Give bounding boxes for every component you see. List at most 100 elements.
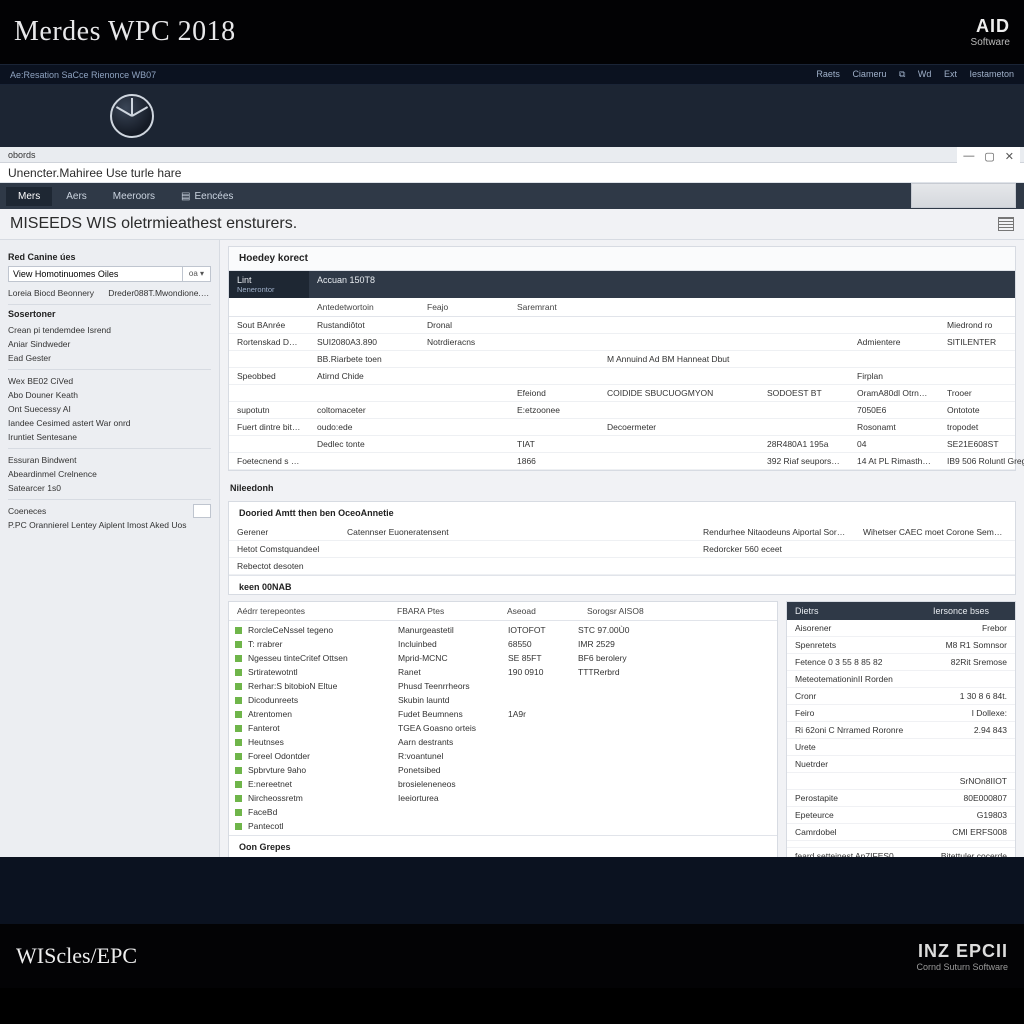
grid-row[interactable]: EfeiondCOIDIDE SBUCUOGMYONSODOEST BTOram…: [229, 385, 1015, 402]
status-dot-icon: [235, 683, 242, 690]
grid-row[interactable]: BB.Riarbete toenM Annuind Ad BM Hanneat …: [229, 351, 1015, 368]
dropdown-icon[interactable]: oa ▾: [183, 266, 211, 282]
list-item[interactable]: O.ser Adoerh: [235, 856, 771, 857]
grid-icon[interactable]: ⧉: [899, 69, 905, 79]
property-row: Urete: [787, 739, 1015, 756]
grid-row[interactable]: Dedlec tonteTIAT28R480A1 195a04SE21E608S…: [229, 436, 1015, 453]
sidebar: Red Canine úes oa ▾ Loreia Biocd Beonner…: [0, 240, 220, 857]
property-row: feard setteinest An7IFES0Bitettuler coce…: [787, 848, 1015, 857]
grid-row[interactable]: Fuert dintre bittuneroudo:edeDecoermeter…: [229, 419, 1015, 436]
grid-row[interactable]: supotutncoltomaceterE:etzoonee7050E6Onto…: [229, 402, 1015, 419]
list-item[interactable]: Rerhar:S bitobioN EltuePhusd Teenrrheors: [235, 679, 771, 693]
menu-item[interactable]: Iestameton: [969, 69, 1014, 79]
detail-row: Hetot Comstquandeel Redorcker 560 eceet: [229, 541, 1015, 558]
ribbon-tab-mers[interactable]: Mers: [6, 187, 52, 206]
list-item[interactable]: Ngesseu tinteCritef OttsenMprid-MCNC SE …: [235, 651, 771, 665]
status-dot-icon: [235, 781, 242, 788]
list-item[interactable]: Foreel OdontderR:voantunel: [235, 749, 771, 763]
list-item[interactable]: SrtiratewotntlRanet 190 0910TTTRerbrd: [235, 665, 771, 679]
list-item[interactable]: T: rrabrerIncluinbed 68550IMR 2529: [235, 637, 771, 651]
property-row: CamrdobelCMI ERFS008: [787, 824, 1015, 841]
detail-title: Dooried Amtt then ben OceoAnnetie: [229, 502, 1015, 524]
maximize-icon[interactable]: ▢: [984, 150, 994, 163]
menu-item[interactable]: Raets: [816, 69, 840, 79]
property-row: Nuetrder: [787, 756, 1015, 773]
sidebar-selector: oa ▾: [8, 266, 211, 282]
status-dot-icon: [235, 739, 242, 746]
menu-item[interactable]: Ext: [944, 69, 957, 79]
breadcrumb: Unencter.Mahiree Use turle hare: [0, 163, 1024, 183]
list-item[interactable]: Spbrvture 9ahoPonetsibed: [235, 763, 771, 777]
workspace: Red Canine úes oa ▾ Loreia Biocd Beonner…: [0, 240, 1024, 857]
list-item[interactable]: DicodunreetsSkubin launtd: [235, 693, 771, 707]
main-area: Hoedey korect Lint Nenerontor Accuan 150…: [220, 240, 1024, 857]
list-item[interactable]: NircheossretmIeeiorturea: [235, 791, 771, 805]
status-dot-icon: [235, 627, 242, 634]
sidebar-item[interactable]: Abo Douner Keath: [8, 388, 211, 402]
sidebar-item[interactable]: Ont Suecessy AI: [8, 402, 211, 416]
list-item[interactable]: HeutnsesAarn destrants: [235, 735, 771, 749]
breadcrumb-text: Unencter.Mahiree Use turle hare: [8, 166, 181, 180]
close-icon[interactable]: ✕: [1005, 150, 1014, 163]
preview-thumbnail: [911, 183, 1016, 208]
sidebar-item[interactable]: Iandee Cesimed astert War onrd: [8, 416, 211, 430]
property-row: AisorenerFrebor: [787, 620, 1015, 637]
detail-row: Gerener Catennser Euoneratensent Rendurh…: [229, 524, 1015, 541]
sidebar-item[interactable]: Essuran Bindwent: [8, 453, 211, 467]
sidebar-group-title: Sosertoner: [8, 309, 211, 319]
footer-right-brand: INZ EPCII Cornd Suturn Software: [916, 941, 1008, 972]
page-title: MISEEDS WIS oletrmieathest ensturers.: [10, 215, 297, 233]
list-item[interactable]: AtrentomenFudet Beumnens 1A9r: [235, 707, 771, 721]
sidebar-select-input[interactable]: [8, 266, 183, 282]
detail-separator: keen 00NAB: [229, 575, 1015, 594]
grid-row[interactable]: Rortenskad Desrowe troneSUI2080A3.890Not…: [229, 334, 1015, 351]
property-row: SrNOn8IIOT: [787, 773, 1015, 790]
property-row: EpeteurceG19803: [787, 807, 1015, 824]
panel-details: Dooried Amtt then ben OceoAnnetie Gerene…: [228, 501, 1016, 595]
right-properties-panel: Dietrs Iersonce bses AisorenerFreborSpen…: [786, 601, 1016, 857]
menu-item[interactable]: Wd: [918, 69, 932, 79]
status-dot-icon: [235, 655, 242, 662]
document-tab[interactable]: obords: [8, 150, 36, 160]
list-item[interactable]: RorcleCeNssel tegenoManurgeastetil IOTOF…: [235, 623, 771, 637]
property-row: Cronr1 30 8 6 84t.: [787, 688, 1015, 705]
dark-tab-active[interactable]: Lint Nenerontor: [229, 271, 309, 298]
list-item[interactable]: E:nereetnetbrosieleneneos: [235, 777, 771, 791]
sidebar-item[interactable]: Satearcer 1s0: [8, 481, 211, 495]
logo-bar: [0, 85, 1024, 147]
dark-tab[interactable]: Accuan 150T8: [309, 271, 1015, 298]
right-panel-header: Dietrs Iersonce bses: [787, 602, 1015, 620]
minimize-icon[interactable]: —: [963, 150, 974, 162]
menu-right-group: Raets Ciameru ⧉ Wd Ext Iestameton: [806, 69, 1014, 80]
ribbon-tab-eencees[interactable]: ▤Eencées: [169, 187, 245, 206]
list-item[interactable]: FanterotTGEA Goasno orteis: [235, 721, 771, 735]
sidebar-line: Loreia Biocd Beonnery Dreder088T.Mwondio…: [8, 286, 211, 300]
grid-row[interactable]: SpeobbedAtirnd ChideFirplan: [229, 368, 1015, 385]
property-row: SpenretetsM8 R1 Somnsor: [787, 637, 1015, 654]
footer-bar: WIScles/EPC INZ EPCII Cornd Suturn Softw…: [0, 924, 1024, 988]
grid-row[interactable]: Sout BAnréeRustandiôtotDronalMiedrond ro: [229, 317, 1015, 334]
status-dot-icon: [235, 725, 242, 732]
page-heading-bar: MISEEDS WIS oletrmieathest ensturers.: [0, 209, 1024, 240]
sidebar-item[interactable]: Aniar Sindweder: [8, 337, 211, 351]
property-row: Perostapite80E000807: [787, 790, 1015, 807]
status-dot-icon: [235, 795, 242, 802]
ribbon-tab-aers[interactable]: Aers: [54, 187, 99, 206]
sidebar-small-input[interactable]: [193, 504, 211, 518]
list-view-icon[interactable]: [998, 217, 1014, 231]
status-dot-icon: [235, 767, 242, 774]
ribbon-tab-meeroors[interactable]: Meeroors: [101, 187, 167, 206]
panel-inventory: Hoedey korect Lint Nenerontor Accuan 150…: [228, 246, 1016, 471]
grid-row[interactable]: Foetecnend s arretednel Odre, Horutficra…: [229, 453, 1015, 470]
two-column-layout: Aédrr terepeontes FBARA Ptes Aseoad Soro…: [228, 601, 1016, 857]
list-item[interactable]: FaceBd: [235, 805, 771, 819]
property-row: [787, 841, 1015, 848]
sidebar-item[interactable]: Wex BE02 CiVed: [8, 374, 211, 388]
list-item[interactable]: Pantecotl: [235, 819, 771, 833]
sidebar-item[interactable]: Ead Gester: [8, 351, 211, 365]
sidebar-item[interactable]: Abeardinmel Crelnence: [8, 467, 211, 481]
sidebar-item[interactable]: Crean pi tendemdee Isrend: [8, 323, 211, 337]
detail-row: Rebectot desoten: [229, 558, 1015, 575]
menu-item[interactable]: Ciameru: [852, 69, 886, 79]
sidebar-item[interactable]: Iruntiet Sentesane: [8, 430, 211, 444]
